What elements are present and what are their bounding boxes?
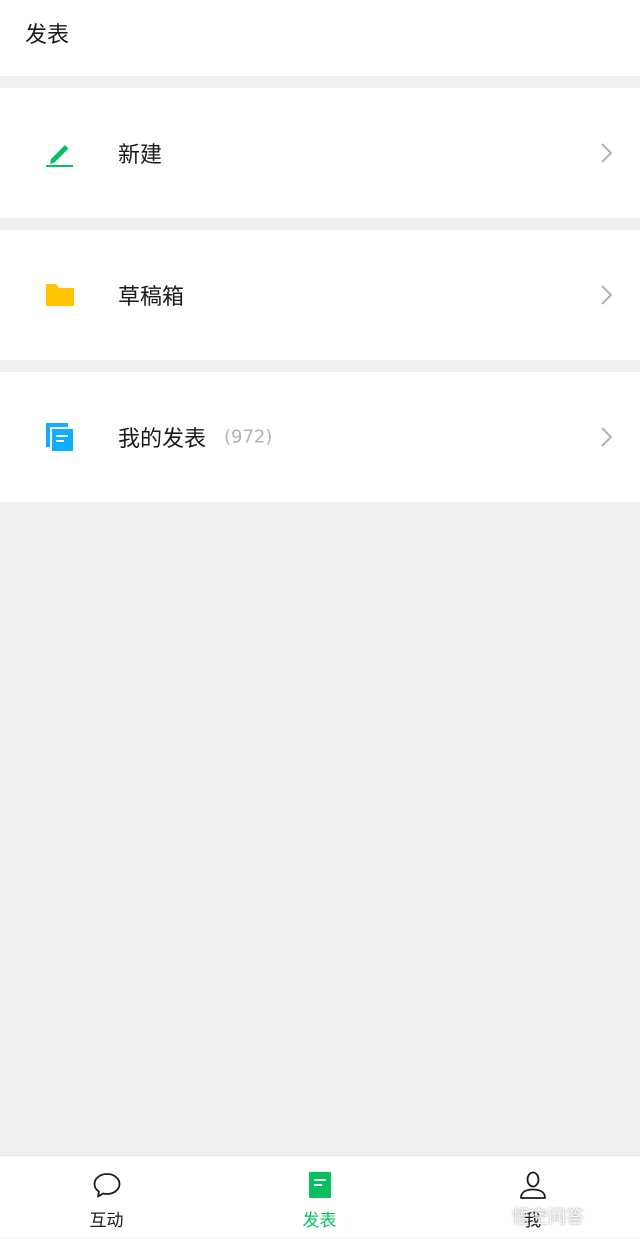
menu-item-new[interactable]: 新建 — [0, 88, 640, 218]
post-count: (972) — [224, 426, 273, 448]
document-icon — [305, 1170, 335, 1200]
page-title: 发表 — [25, 23, 70, 48]
menu-item-label: 我的发表 — [118, 427, 207, 452]
menu-item-my-posts[interactable]: 我的发表 (972) — [0, 372, 640, 502]
menu-item-label: 新建 — [118, 143, 163, 168]
pencil-icon — [44, 137, 76, 169]
watermark: 悟空问答 — [512, 1207, 584, 1228]
menu-item-label: 草稿箱 — [118, 285, 185, 310]
tab-interaction[interactable]: 互动 — [0, 1156, 213, 1239]
folder-icon — [44, 279, 76, 311]
tab-label: 发表 — [302, 1211, 337, 1231]
chat-bubble-icon — [92, 1170, 122, 1200]
documents-icon — [44, 421, 76, 453]
chevron-right-icon — [600, 426, 614, 448]
menu-item-drafts[interactable]: 草稿箱 — [0, 230, 640, 360]
tab-publish[interactable]: 发表 — [213, 1156, 426, 1239]
chevron-right-icon — [600, 142, 614, 164]
chevron-right-icon — [600, 284, 614, 306]
tab-label: 互动 — [89, 1211, 124, 1231]
person-icon — [518, 1170, 548, 1200]
header-bar: 发表 — [0, 0, 640, 76]
